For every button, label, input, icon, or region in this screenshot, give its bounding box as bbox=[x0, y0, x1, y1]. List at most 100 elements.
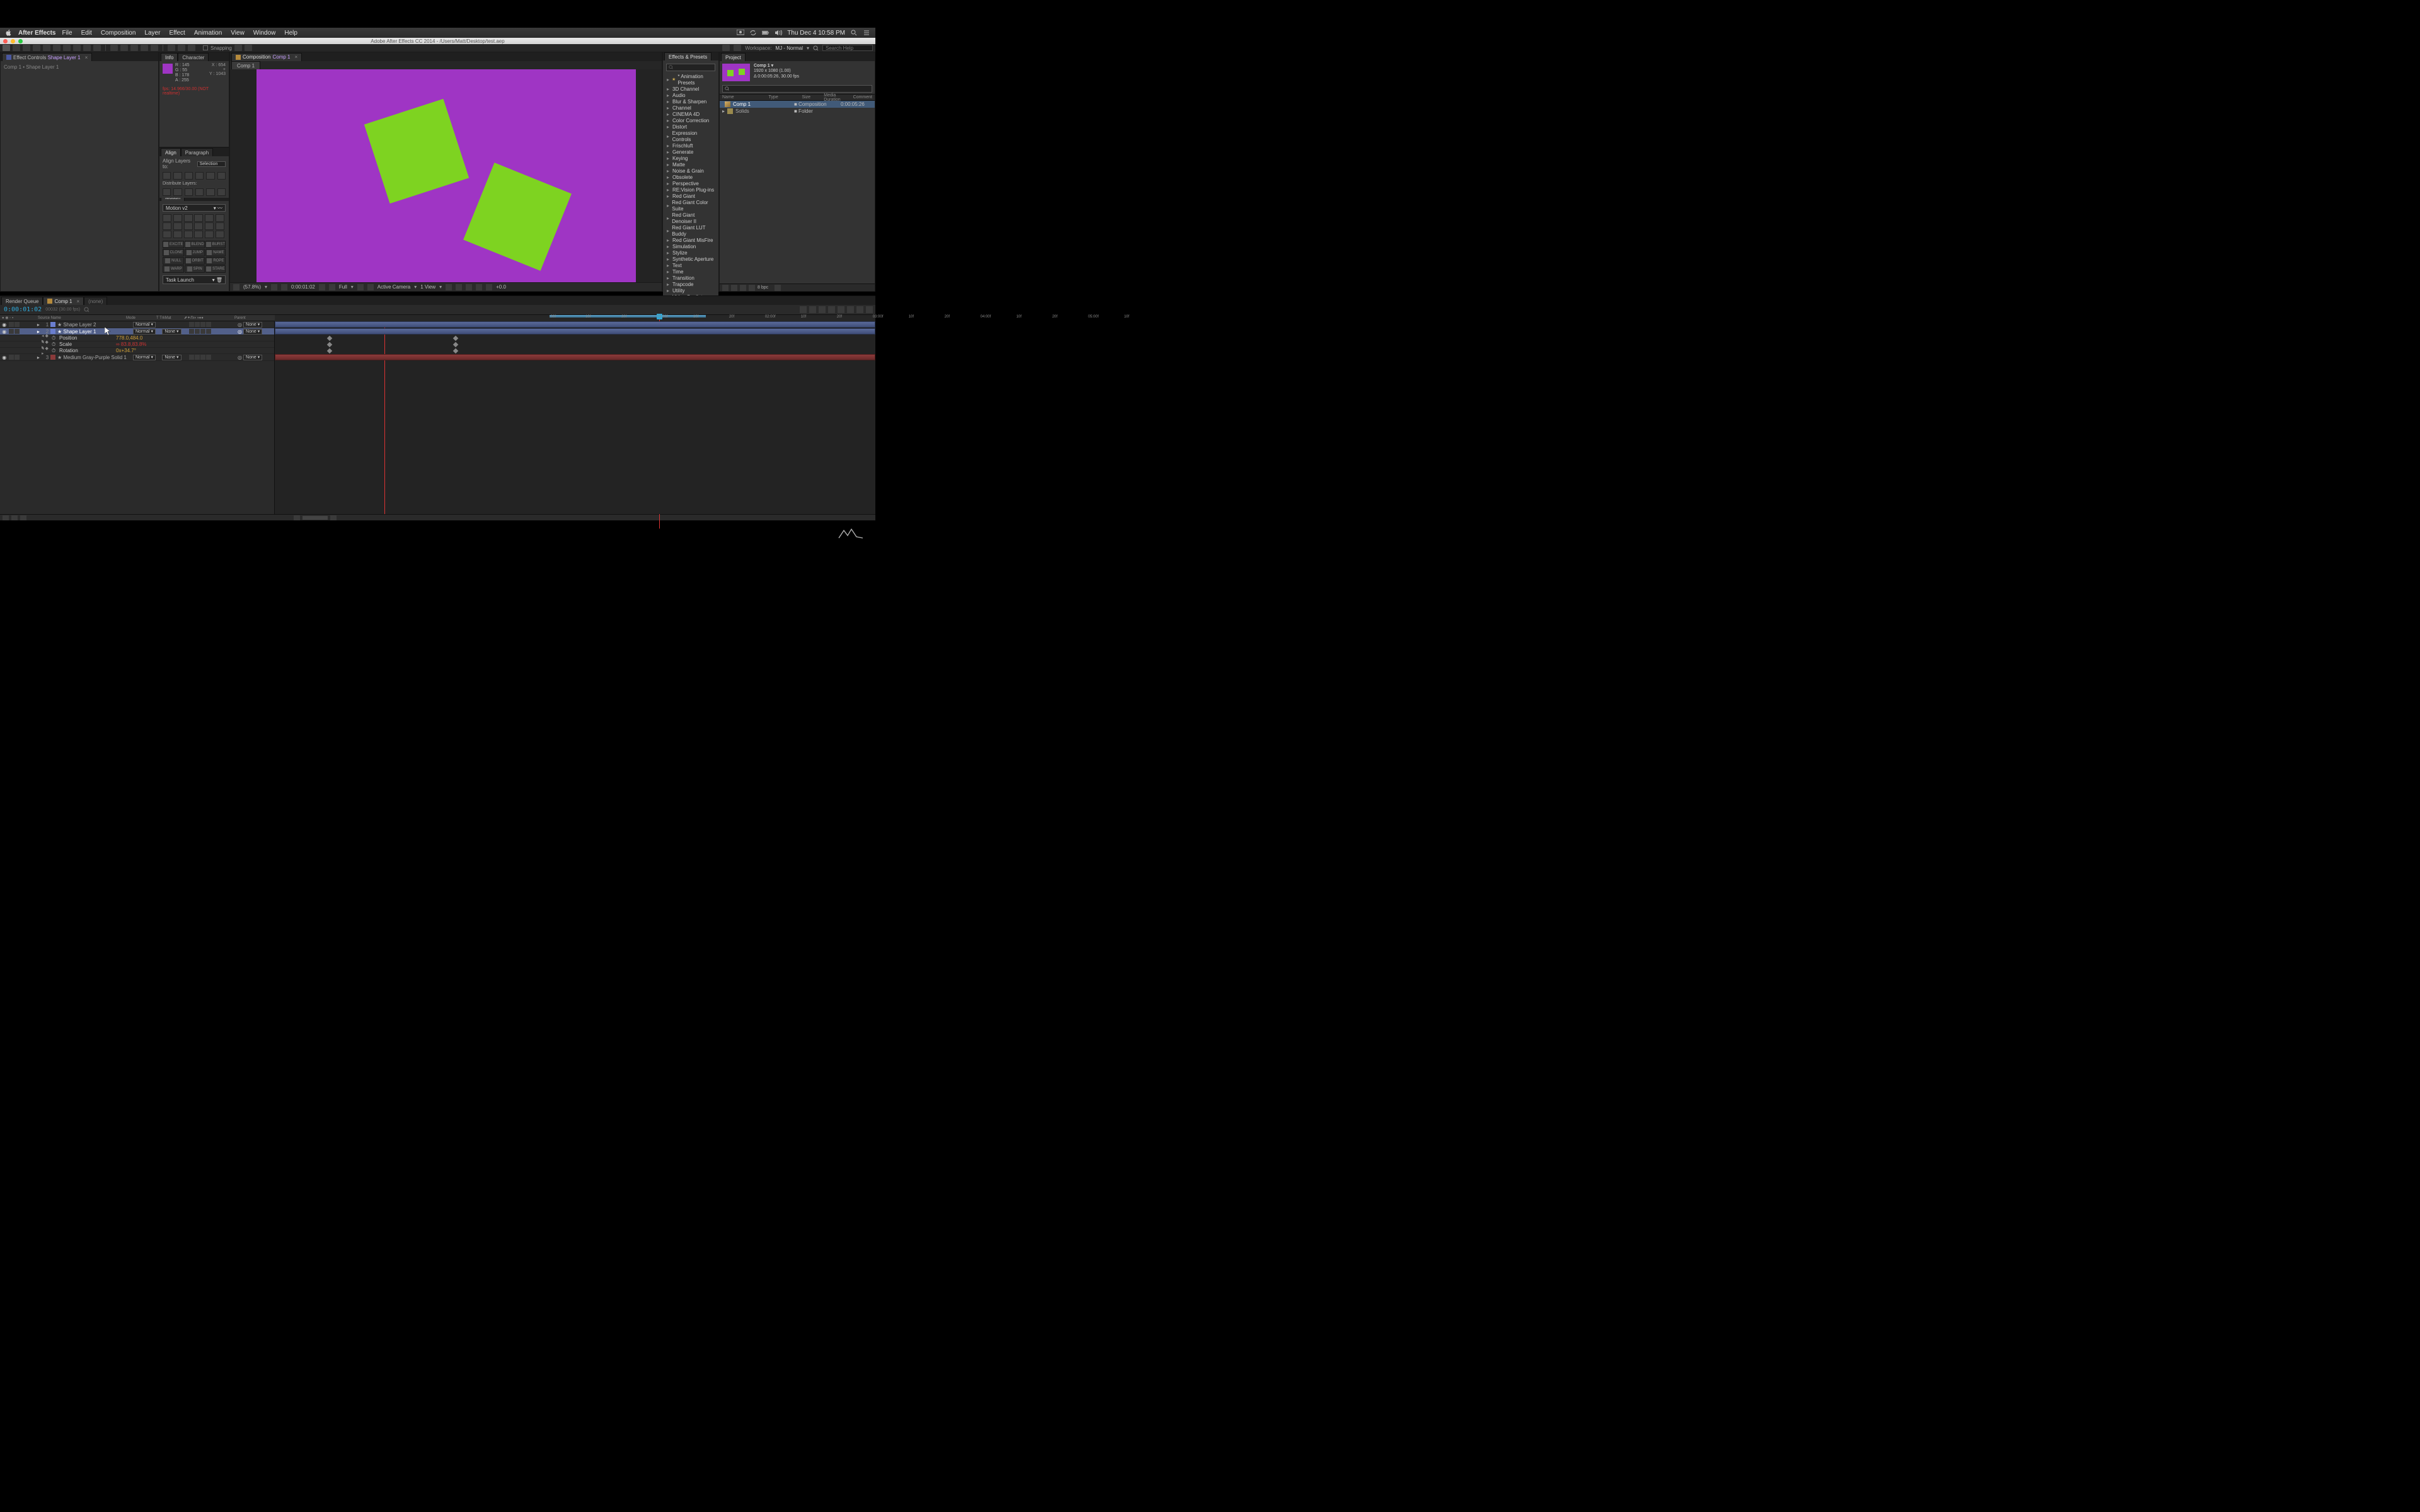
effects-category[interactable]: ▸RE:Vision Plug-ins bbox=[666, 187, 715, 193]
stopwatch-icon[interactable]: ⏱ bbox=[52, 341, 59, 348]
align-right-button[interactable] bbox=[185, 172, 193, 180]
layer-row[interactable]: ◉ ▸ 3 ★ Medium Gray-Purple Solid 1 Norma… bbox=[0, 354, 274, 361]
res-icon[interactable] bbox=[271, 284, 277, 290]
cc-sync-icon[interactable] bbox=[722, 45, 730, 51]
graph-editor-icon[interactable] bbox=[866, 306, 873, 313]
effects-category[interactable]: ▸Obsolete bbox=[666, 175, 715, 181]
workspace-value[interactable]: MJ - Normal bbox=[775, 45, 803, 51]
tab-close-icon[interactable]: × bbox=[294, 54, 297, 60]
timeline-none-tab[interactable]: (none) bbox=[84, 297, 107, 305]
blend-mode-select[interactable]: Normal ▾ bbox=[133, 355, 156, 360]
menu-hamburger-icon[interactable] bbox=[863, 30, 870, 36]
character-tab[interactable]: Character bbox=[178, 53, 209, 61]
distribute-1[interactable] bbox=[163, 188, 171, 196]
keyframe[interactable] bbox=[453, 342, 458, 347]
layer-bar[interactable] bbox=[275, 354, 875, 360]
bpc-icon[interactable] bbox=[749, 285, 755, 291]
motion-slider[interactable] bbox=[163, 231, 171, 238]
motion-jump-button[interactable]: JUMP bbox=[185, 249, 205, 256]
align-tab[interactable]: Align bbox=[161, 148, 181, 156]
lock-toggle[interactable] bbox=[14, 355, 20, 360]
menu-animation[interactable]: Animation bbox=[194, 30, 222, 37]
project-tab[interactable]: Project bbox=[721, 53, 746, 61]
local-axis-icon[interactable] bbox=[168, 45, 175, 51]
motion-slider[interactable] bbox=[173, 214, 182, 222]
rectangle-tool[interactable] bbox=[73, 45, 81, 51]
effects-category[interactable]: ▸Red Giant LUT Buddy bbox=[666, 225, 715, 238]
snap-option-1-icon[interactable] bbox=[234, 45, 242, 51]
eraser-tool[interactable] bbox=[130, 45, 138, 51]
align-vcenter-button[interactable] bbox=[206, 172, 214, 180]
interpret-footage-icon[interactable] bbox=[722, 285, 729, 291]
dropdown-icon[interactable]: ▾ bbox=[439, 284, 442, 290]
pan-behind-tool[interactable] bbox=[63, 45, 71, 51]
effects-category[interactable]: ▸Audio bbox=[666, 93, 715, 99]
comp-subtab[interactable]: Comp 1 bbox=[231, 61, 260, 69]
motion-slider[interactable] bbox=[184, 214, 193, 222]
motion-slider[interactable] bbox=[216, 222, 224, 230]
distribute-2[interactable] bbox=[173, 188, 182, 196]
motion-slider[interactable] bbox=[194, 231, 203, 238]
effects-category[interactable]: ▸3D Channel bbox=[666, 86, 715, 93]
snap-option-2-icon[interactable] bbox=[245, 45, 252, 51]
switch[interactable] bbox=[195, 355, 200, 360]
switch[interactable] bbox=[195, 329, 200, 334]
spotlight-icon[interactable] bbox=[850, 30, 858, 36]
visibility-toggle[interactable]: ◉ bbox=[0, 355, 9, 360]
align-left-button[interactable] bbox=[163, 172, 171, 180]
work-area-bar[interactable] bbox=[550, 315, 706, 318]
effects-category[interactable]: ▸Blur & Sharpen bbox=[666, 99, 715, 105]
bpc-value[interactable]: 8 bpc bbox=[758, 285, 768, 290]
switch[interactable] bbox=[206, 355, 211, 360]
dropdown-icon[interactable]: ▾ bbox=[351, 284, 354, 290]
motion-slider[interactable] bbox=[163, 214, 171, 222]
paragraph-tab[interactable]: Paragraph bbox=[181, 148, 213, 156]
trash-icon[interactable] bbox=[775, 285, 781, 291]
hand-tool[interactable] bbox=[13, 45, 20, 51]
footer-timecode[interactable]: 0:00:01:02 bbox=[291, 284, 315, 290]
pixel-aspect-icon[interactable] bbox=[446, 284, 452, 290]
motion-slider[interactable] bbox=[184, 231, 193, 238]
draft3d-icon[interactable] bbox=[809, 306, 816, 313]
channel-icon[interactable] bbox=[281, 284, 287, 290]
switch[interactable] bbox=[206, 322, 211, 327]
visibility-toggle[interactable]: ◉ bbox=[0, 322, 9, 328]
motion-rope-button[interactable]: ROPE bbox=[205, 257, 226, 265]
align-hcenter-button[interactable] bbox=[173, 172, 182, 180]
visibility-toggle[interactable]: ◉ bbox=[0, 329, 9, 335]
switch[interactable] bbox=[189, 355, 194, 360]
zoom-slider[interactable] bbox=[302, 516, 328, 520]
motion-preset-select[interactable]: Motion v2▾ 〰 bbox=[163, 204, 226, 212]
stopwatch-icon[interactable]: ⏱ bbox=[52, 335, 59, 341]
effects-category[interactable]: ▸Noise & Grain bbox=[666, 168, 715, 175]
autokf-icon[interactable] bbox=[856, 306, 863, 313]
keyframe[interactable] bbox=[453, 336, 458, 341]
distribute-3[interactable] bbox=[185, 188, 193, 196]
exposure-value[interactable]: +0.0 bbox=[496, 284, 506, 290]
transparency-grid-icon[interactable] bbox=[367, 284, 374, 290]
world-axis-icon[interactable] bbox=[178, 45, 185, 51]
switch[interactable] bbox=[195, 322, 200, 327]
toggle-in-out-icon[interactable] bbox=[20, 515, 26, 520]
effects-category[interactable]: ▸Red Giant bbox=[666, 193, 715, 200]
motion-spin-button[interactable]: SPIN bbox=[185, 265, 205, 273]
orbit-tool[interactable] bbox=[33, 45, 40, 51]
effects-category[interactable]: ▸Red Giant Color Suite bbox=[666, 200, 715, 212]
distribute-5[interactable] bbox=[206, 188, 214, 196]
effects-category[interactable]: ▸CINEMA 4D bbox=[666, 112, 715, 118]
menu-help[interactable]: Help bbox=[284, 30, 297, 37]
lock-toggle[interactable] bbox=[14, 322, 20, 327]
timeline-icon[interactable] bbox=[466, 284, 472, 290]
effects-presets-tab[interactable]: Effects & Presets bbox=[664, 52, 712, 60]
zoom-tool[interactable] bbox=[23, 45, 30, 51]
trkmat-select[interactable]: None ▾ bbox=[162, 329, 181, 335]
search-icon[interactable] bbox=[84, 307, 90, 313]
effects-category[interactable]: ▸Transition bbox=[666, 275, 715, 282]
menubar-clock[interactable]: Thu Dec 4 10:58 PM bbox=[787, 30, 845, 37]
keyframe[interactable] bbox=[327, 342, 332, 347]
info-tab[interactable]: Info bbox=[161, 53, 178, 61]
workspace-dropdown-icon[interactable]: ▾ bbox=[807, 45, 809, 51]
solo-toggle[interactable] bbox=[9, 322, 14, 327]
layer-color-icon[interactable] bbox=[50, 322, 55, 327]
layer-bar[interactable] bbox=[275, 328, 875, 335]
